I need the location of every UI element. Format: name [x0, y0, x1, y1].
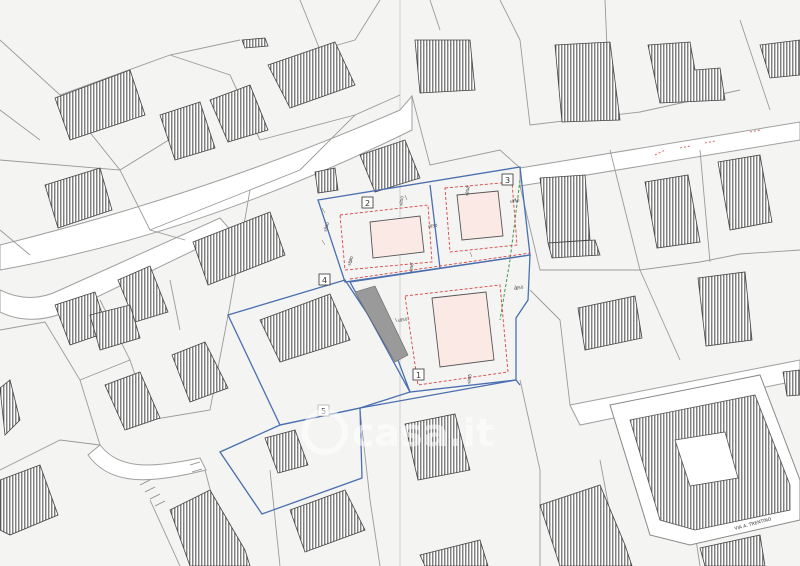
- building: [547, 239, 601, 259]
- lot-label-4: 4: [318, 273, 331, 286]
- building: [697, 271, 753, 347]
- lot-number: 1: [416, 371, 421, 380]
- building: [241, 37, 269, 49]
- footprint-lot-3: [456, 190, 504, 241]
- lot-label-1: 1: [412, 368, 425, 381]
- lot-label-2: 2: [361, 196, 374, 209]
- building: [539, 174, 591, 244]
- map-canvas: s850 s850 s850 s850 s850 s850 s850 s850 …: [0, 0, 800, 566]
- lot-number: 2: [365, 199, 370, 208]
- building: [554, 41, 621, 123]
- lot-number: 3: [505, 176, 510, 185]
- lot-label-3: 3: [501, 173, 514, 186]
- lot-number: 4: [322, 276, 327, 285]
- footprint-lot-2: [369, 215, 425, 259]
- building: [314, 167, 339, 194]
- building: [414, 39, 476, 94]
- watermark-text: casa.it: [352, 411, 494, 455]
- cadastral-map: s850 s850 s850 s850 s850 s850 s850 s850 …: [0, 0, 800, 566]
- footprint-lot-1: [431, 291, 495, 368]
